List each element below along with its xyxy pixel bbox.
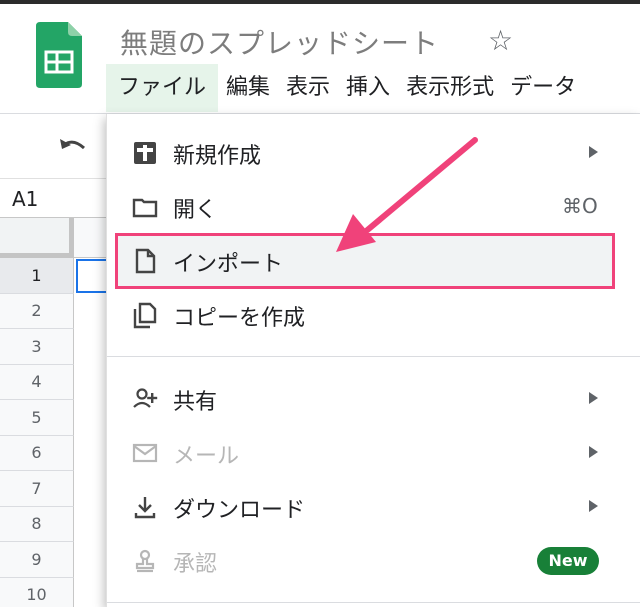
- download-icon: [134, 497, 156, 519]
- submenu-arrow-icon: [589, 146, 598, 158]
- stamp-icon: [135, 549, 155, 573]
- menu-divider: [107, 602, 640, 603]
- menu-item-label: 承認: [173, 552, 218, 577]
- menu-item-label: インポート: [173, 252, 284, 277]
- copy-icon: [133, 302, 157, 329]
- submenu-arrow-icon: [589, 446, 598, 458]
- submenu-arrow-icon: [589, 500, 598, 512]
- row-header[interactable]: 6: [0, 435, 74, 471]
- person-add-icon: [133, 388, 158, 408]
- menu-item-import[interactable]: インポート: [107, 234, 640, 288]
- row-header[interactable]: 4: [0, 364, 74, 400]
- menubar: ファイル 編集 表示 挿入 表示形式 データ: [106, 64, 584, 112]
- cell-reference[interactable]: A1: [12, 187, 38, 211]
- menu-item-label: コピーを作成: [173, 306, 306, 331]
- menu-item-label: メール: [173, 444, 240, 469]
- new-document-plus-icon: [134, 142, 156, 164]
- menu-item-label: ダウンロード: [173, 498, 306, 523]
- file-menu-dropdown: 新規作成 開く ⌘O インポート コピーを作成 共有 メール ダウンロード 承認…: [106, 114, 640, 607]
- menu-insert[interactable]: 挿入: [338, 64, 398, 112]
- star-icon[interactable]: ☆: [488, 24, 513, 57]
- menu-item-open[interactable]: 開く ⌘O: [107, 180, 640, 234]
- menu-divider: [107, 356, 640, 357]
- row-header[interactable]: 3: [0, 329, 74, 365]
- menu-item-share[interactable]: 共有: [107, 372, 640, 426]
- envelope-icon: [132, 443, 158, 463]
- menu-edit[interactable]: 編集: [218, 64, 278, 112]
- menu-item-approval: 承認 New: [107, 534, 640, 588]
- undo-icon[interactable]: [58, 135, 88, 159]
- row-header[interactable]: 5: [0, 400, 74, 436]
- menu-file[interactable]: ファイル: [106, 64, 219, 112]
- row-header[interactable]: 9: [0, 542, 74, 578]
- row-header[interactable]: 2: [0, 293, 74, 329]
- menu-item-label: 新規作成: [173, 144, 262, 169]
- menu-item-email: メール: [107, 426, 640, 480]
- menu-item-download[interactable]: ダウンロード: [107, 480, 640, 534]
- menu-item-label: 共有: [173, 390, 218, 415]
- select-all-corner[interactable]: [0, 218, 74, 258]
- document-title[interactable]: 無題のスプレッドシート: [120, 22, 439, 62]
- row-header[interactable]: 10: [0, 577, 74, 607]
- menu-data[interactable]: データ: [502, 64, 584, 112]
- menu-format[interactable]: 表示形式: [398, 64, 502, 112]
- menu-item-make-copy[interactable]: コピーを作成: [107, 288, 640, 342]
- new-badge: New: [537, 547, 599, 575]
- menu-item-label: 開く: [173, 198, 218, 223]
- row-header[interactable]: 7: [0, 471, 74, 507]
- folder-icon: [132, 198, 158, 218]
- row-headers: 1 2 3 4 5 6 7 8 9 10: [0, 258, 74, 607]
- menu-view[interactable]: 表示: [278, 64, 338, 112]
- app-header: 無題のスプレッドシート ☆ ファイル 編集 表示 挿入 表示形式 データ: [0, 4, 640, 114]
- row-header[interactable]: 8: [0, 506, 74, 542]
- shortcut-text: ⌘O: [562, 194, 598, 218]
- row-header[interactable]: 1: [0, 258, 74, 294]
- sheets-logo-icon[interactable]: [36, 22, 82, 88]
- menu-item-new[interactable]: 新規作成: [107, 126, 640, 180]
- submenu-arrow-icon: [589, 392, 598, 404]
- file-icon: [135, 248, 156, 274]
